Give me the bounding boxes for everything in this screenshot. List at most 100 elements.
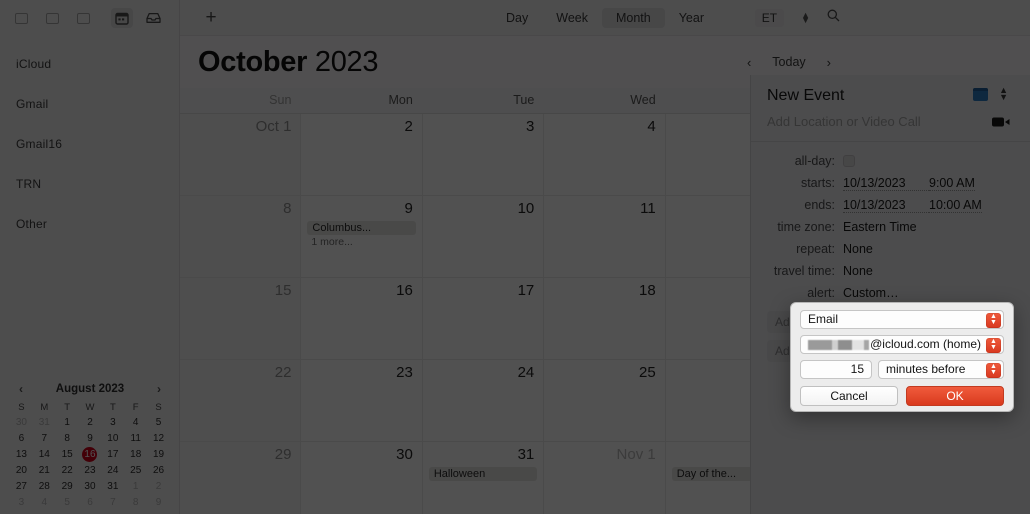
mailbox-icon[interactable] [142,8,164,28]
calendar-day-cell[interactable]: 2 [301,114,423,196]
mini-cal-day[interactable]: 24 [101,463,124,478]
mini-cal-next-icon[interactable]: › [152,382,166,396]
mini-cal-day[interactable]: 8 [56,431,79,446]
mini-cal-day[interactable]: 3 [10,495,33,510]
mini-cal-day[interactable]: 2 [79,415,102,430]
calendar-day-cell[interactable]: 10 [422,196,545,278]
today-button[interactable]: Today [760,52,817,72]
mini-cal-prev-icon[interactable]: ‹ [14,382,28,396]
mini-cal-day[interactable]: 5 [56,495,79,510]
mini-cal-day[interactable]: 30 [79,479,102,494]
mini-cal-day[interactable]: 4 [124,415,147,430]
calendar-day-cell[interactable]: 30 [301,442,423,514]
calendar-day-cell[interactable]: 4 [544,114,666,196]
mini-cal-today[interactable]: 16 [79,447,102,462]
repeat-value[interactable]: None [843,242,873,256]
calendar-day-cell[interactable]: 3 [422,114,545,196]
mini-cal-day[interactable]: 12 [147,431,170,446]
cancel-button[interactable]: Cancel [800,386,898,406]
view-tab-year[interactable]: Year [665,8,718,28]
minutes-input[interactable]: 15 [800,360,872,379]
mini-cal-day[interactable]: 15 [56,447,79,462]
mini-cal-day[interactable]: 28 [33,479,56,494]
mini-cal-day[interactable]: 20 [10,463,33,478]
calendar-day-cell[interactable]: 18 [544,278,666,360]
time-unit-select[interactable]: minutes before ▲ ▼ [878,360,1004,379]
location-input[interactable]: Add Location or Video Call [767,114,1016,129]
calendar-day-cell[interactable]: 31 Halloween [422,442,545,514]
mini-cal-day[interactable]: 5 [147,415,170,430]
sidebar-item-other[interactable]: Other [0,204,179,244]
end-time-input[interactable]: 10:00 AM [929,198,982,213]
mini-cal-day[interactable]: 9 [79,431,102,446]
calendar-day-cell[interactable]: 24 [422,360,545,442]
mini-cal-day[interactable]: 26 [147,463,170,478]
compose-icon[interactable] [41,8,63,28]
mini-cal-day[interactable]: 22 [56,463,79,478]
ok-button[interactable]: OK [906,386,1004,406]
mini-cal-day[interactable]: 9 [147,495,170,510]
mini-cal-day[interactable]: 21 [33,463,56,478]
all-day-checkbox[interactable] [843,155,855,167]
mini-cal-day[interactable]: 31 [33,415,56,430]
mini-cal-day[interactable]: 2 [147,479,170,494]
end-date-input[interactable]: 10/13/2023 [843,198,929,213]
mini-cal-day[interactable]: 10 [101,431,124,446]
view-tab-day[interactable]: Day [492,8,542,28]
calendar-day-cell[interactable]: 23 [301,360,423,442]
calendar-color-swatch[interactable] [973,88,988,101]
start-time-input[interactable]: 9:00 AM [929,176,975,191]
mini-cal-day[interactable]: 18 [124,447,147,462]
calendar-event[interactable]: Halloween [428,467,538,481]
email-recipient-select[interactable]: @icloud.com (home) ▲ ▼ [800,335,1004,354]
new-event-button[interactable]: + [202,8,220,27]
calendar-icon[interactable] [111,8,133,28]
mini-cal-day[interactable]: 4 [33,495,56,510]
calendar-day-cell[interactable]: 8 [180,196,302,278]
calendar-selector-stepper-icon[interactable]: ▲ ▼ [999,86,1008,102]
mini-cal-day[interactable]: 30 [10,415,33,430]
calendar-day-cell[interactable]: Oct 1 [180,114,302,196]
email-recipient-stepper-icon[interactable]: ▲ ▼ [986,337,1001,353]
view-tab-week[interactable]: Week [542,8,602,28]
mini-cal-day[interactable]: 1 [56,415,79,430]
time-unit-stepper-icon[interactable]: ▲ ▼ [986,362,1001,378]
mini-cal-day[interactable]: 11 [124,431,147,446]
mini-cal-day[interactable]: 31 [101,479,124,494]
flag-icon[interactable] [72,8,94,28]
sidebar-item-gmail16[interactable]: Gmail16 [0,124,179,164]
calendar-day-cell[interactable]: 17 [422,278,545,360]
calendar-event[interactable]: Columbus... [307,221,416,235]
calendar-day-cell[interactable]: Nov 1 [544,442,666,514]
calendar-day-cell[interactable]: 29 [180,442,302,514]
mini-cal-day[interactable]: 27 [10,479,33,494]
alert-type-select[interactable]: Email ▲ ▼ [800,310,1004,329]
prev-month-button[interactable]: ‹ [738,52,760,73]
mini-cal-day[interactable]: 13 [10,447,33,462]
sidebar-item-trn[interactable]: TRN [0,164,179,204]
alert-value[interactable]: Custom… [843,286,899,300]
mini-cal-day[interactable]: 7 [33,431,56,446]
calendar-day-cell[interactable]: 16 [301,278,423,360]
mini-cal-day[interactable]: 17 [101,447,124,462]
next-month-button[interactable]: › [818,52,840,73]
calendar-day-cell[interactable]: 11 [544,196,666,278]
search-icon[interactable] [827,9,840,27]
calendar-day-cell[interactable]: 25 [544,360,666,442]
view-tab-month[interactable]: Month [601,7,665,28]
more-events-link[interactable]: 1 more... [307,236,415,248]
timezone-selector[interactable]: ET [754,8,785,27]
mini-cal-day[interactable]: 23 [79,463,102,478]
timezone-stepper-icon[interactable]: ▲ ▼ [801,10,810,24]
time-zone-value[interactable]: Eastern Time [843,220,917,234]
alert-type-stepper-icon[interactable]: ▲ ▼ [986,312,1001,328]
mini-cal-day[interactable]: 8 [124,495,147,510]
mini-cal-day[interactable]: 6 [79,495,102,510]
mini-cal-day[interactable]: 7 [101,495,124,510]
video-call-icon[interactable] [992,115,1010,133]
mini-cal-day[interactable]: 1 [124,479,147,494]
sidebar-item-gmail[interactable]: Gmail [0,84,179,124]
mini-cal-day[interactable]: 14 [33,447,56,462]
calendar-day-cell[interactable]: 15 [180,278,302,360]
travel-time-value[interactable]: None [843,264,873,278]
